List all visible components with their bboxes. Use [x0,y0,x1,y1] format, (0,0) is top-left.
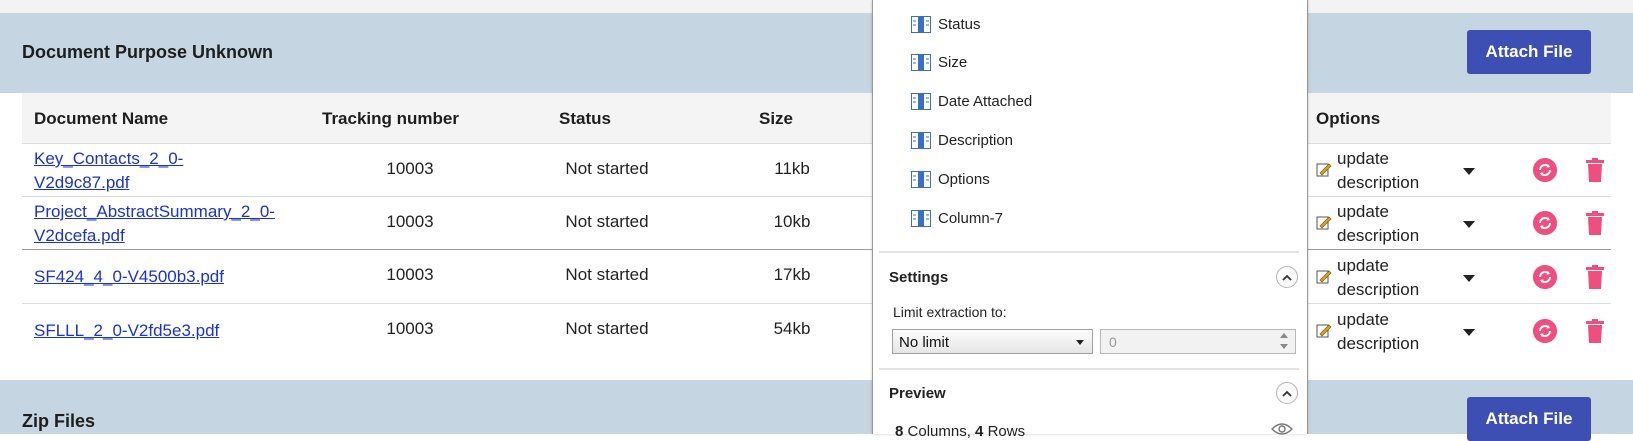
collapse-preview-button[interactable] [1276,382,1298,404]
limit-extraction-label: Limit extraction to: [893,304,1007,320]
options-dropdown-caret[interactable] [1463,168,1475,175]
column-label: Size [938,53,968,71]
column-icon [911,209,931,227]
column-icon [911,131,931,149]
status-text: Not started [565,319,649,338]
top-strip [0,0,1633,13]
delete-icon[interactable] [1585,158,1605,182]
section-title: Zip Files [22,411,96,431]
column-item-options[interactable]: Options [911,168,990,190]
divider [879,251,1299,253]
refresh-icon[interactable] [1533,265,1557,289]
collapse-settings-button[interactable] [1276,266,1298,288]
table-row: SFLLL_2_0-V2fd5e3.pdf 10003 Not started … [22,304,1611,358]
header-tracking-number[interactable]: Tracking number [322,109,459,129]
refresh-icon[interactable] [1533,158,1557,182]
options-dropdown-caret[interactable] [1463,221,1475,228]
attach-file-button[interactable]: Attach File [1467,397,1591,441]
size-text: 11kb [774,159,810,178]
column-label: Column-7 [938,209,1004,227]
delete-icon[interactable] [1585,211,1605,235]
column-label: Options [938,170,990,188]
spin-up-icon[interactable] [1280,333,1288,338]
edit-icon[interactable] [1316,161,1332,177]
section-title: Document Purpose Unknown [22,42,274,62]
refresh-icon[interactable] [1533,211,1557,235]
table-header: Document Name Tracking number Status Siz… [22,93,1611,144]
status-text: Not started [565,159,649,178]
document-link[interactable]: Project_AbstractSummary_2_0- V2dcefa.pdf [34,200,275,248]
tracking-number: 10003 [386,265,434,284]
refresh-icon[interactable] [1533,319,1557,343]
settings-title: Settings [889,269,949,286]
limit-number-input[interactable]: 0 [1100,329,1296,354]
tracking-number: 10003 [386,159,434,178]
edit-icon[interactable] [1316,268,1332,284]
header-options: Options [1316,109,1381,128]
tracking-number: 10003 [386,319,434,338]
header-size[interactable]: Size [759,109,793,129]
preview-title: Preview [889,385,946,402]
column-icon [911,53,931,71]
preview-summary: 8 Columns, 4 Rows [895,423,1026,440]
update-description-option[interactable]: update description [1337,200,1419,248]
section-header-document-purpose-unknown: Document Purpose Unknown Attach File [0,13,1633,93]
options-dropdown-caret[interactable] [1463,275,1475,282]
edit-icon[interactable] [1316,322,1332,338]
tracking-number: 10003 [386,212,434,231]
chevron-down-icon [1076,340,1084,345]
size-text: 17kb [773,265,811,284]
column-icon [911,170,931,188]
column-label: Status [938,15,981,33]
column-item-date-attached[interactable]: Date Attached [911,90,1032,112]
table-row: SF424_4_0-V4500b3.pdf 10003 Not started … [22,250,1611,304]
document-link[interactable]: Key_Contacts_2_0- V2d9c87.pdf [34,147,183,195]
column-settings-panel: Status Size Date Attached Description Op… [872,0,1308,440]
column-item-size[interactable]: Size [911,51,967,73]
size-text: 10kb [773,212,811,231]
size-text: 54kb [773,319,811,338]
column-item-column-7[interactable]: Column-7 [911,207,1003,229]
status-text: Not started [565,265,649,284]
table-row: Project_AbstractSummary_2_0- V2dcefa.pdf … [22,197,1611,250]
update-description-option[interactable]: update description [1337,308,1419,356]
document-link[interactable]: SF424_4_0-V4500b3.pdf [34,265,224,289]
divider [879,368,1299,370]
header-status[interactable]: Status [559,109,611,129]
header-document-name[interactable]: Document Name [34,109,168,129]
column-icon [911,15,931,33]
attach-file-button[interactable]: Attach File [1467,30,1591,74]
column-label: Description [938,131,1014,149]
limit-select[interactable]: No limit [892,329,1093,354]
column-item-status[interactable]: Status [911,13,981,35]
column-label: Date Attached [938,92,1033,110]
chevron-up-icon [1282,390,1292,397]
update-description-option[interactable]: update description [1337,254,1419,302]
table-row: Key_Contacts_2_0- V2d9c87.pdf 10003 Not s… [22,144,1611,197]
status-text: Not started [565,212,649,231]
edit-icon[interactable] [1316,214,1332,230]
spin-down-icon[interactable] [1280,344,1288,349]
section-header-zip-files: Zip Files Attach File [0,380,1633,441]
options-dropdown-caret[interactable] [1463,329,1475,336]
delete-icon[interactable] [1585,319,1605,343]
document-link[interactable]: SFLLL_2_0-V2fd5e3.pdf [34,319,219,343]
column-icon [911,92,931,110]
column-item-description[interactable]: Description [911,129,1013,151]
update-description-option[interactable]: update description [1337,147,1419,195]
delete-icon[interactable] [1585,265,1605,289]
chevron-up-icon [1282,274,1292,281]
